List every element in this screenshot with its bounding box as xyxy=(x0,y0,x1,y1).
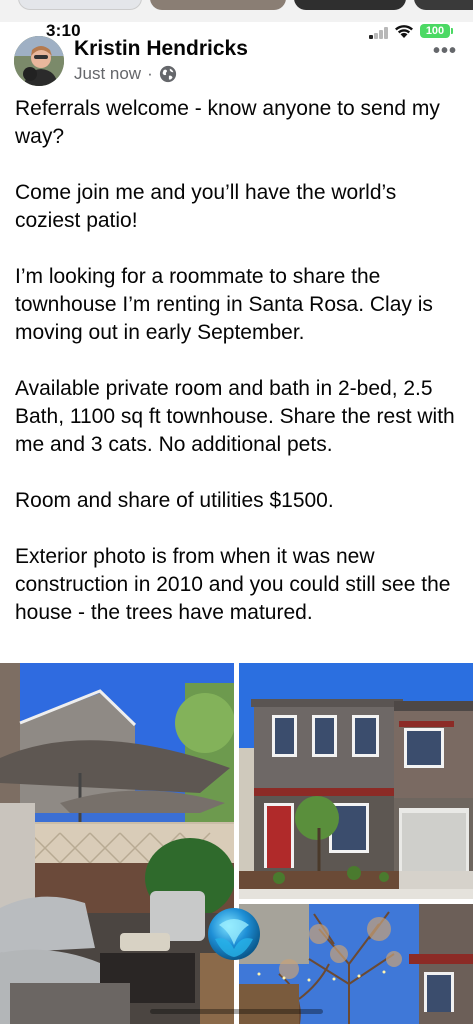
post-paragraph: Come join me and you’ll have the world’s… xyxy=(15,181,397,232)
chip-2[interactable] xyxy=(150,0,286,10)
chip-1[interactable] xyxy=(18,0,142,10)
post-timestamp[interactable]: Just now xyxy=(74,64,141,84)
post-body: Referrals welcome - know anyone to send … xyxy=(15,95,465,655)
more-options-icon[interactable]: ••• xyxy=(433,40,457,63)
post-meta: Just now · xyxy=(74,64,177,84)
globe-icon[interactable] xyxy=(159,65,177,83)
wifi-icon xyxy=(395,25,413,38)
author-avatar[interactable] xyxy=(14,36,64,86)
patio-photo[interactable] xyxy=(0,663,234,1024)
meta-separator: · xyxy=(147,64,153,83)
chip-4[interactable] xyxy=(414,0,473,10)
townhouse-exterior-photo[interactable] xyxy=(239,663,473,899)
cellular-signal-icon xyxy=(369,27,389,39)
assistant-orb-icon[interactable] xyxy=(205,905,263,963)
post-paragraph: Referrals welcome - know anyone to send … xyxy=(15,97,440,148)
post-paragraph: I’m looking for a roommate to share the … xyxy=(15,265,433,344)
post-paragraph: Available private room and bath in 2-bed… xyxy=(15,377,455,456)
top-tab-chips xyxy=(0,0,473,22)
photo-grid xyxy=(0,663,473,1024)
post-paragraph: Room and share of utilities $1500. xyxy=(15,489,334,512)
home-indicator[interactable] xyxy=(150,1009,323,1014)
trees-photo[interactable] xyxy=(239,904,473,1024)
post-paragraph: Exterior photo is from when it was new c… xyxy=(15,545,451,624)
post-author-name[interactable]: Kristin Hendricks xyxy=(74,37,248,61)
chip-3[interactable] xyxy=(294,0,406,10)
battery-icon: 100 xyxy=(420,24,453,38)
